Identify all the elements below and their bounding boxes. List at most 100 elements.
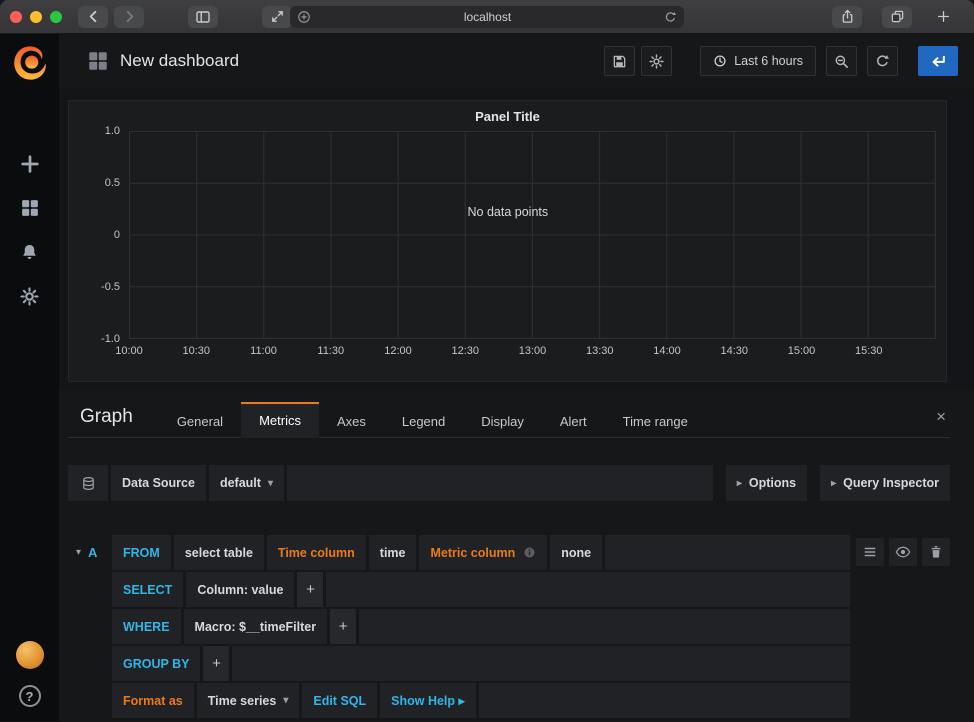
chevron-right-icon [122, 9, 137, 24]
format-select[interactable]: Time series ▾ [197, 683, 300, 718]
avatar[interactable] [16, 641, 44, 669]
back-button[interactable] [78, 6, 108, 28]
panel-header: Panel Title [79, 101, 936, 131]
table-select[interactable]: select table [174, 535, 264, 570]
where-label: WHERE [112, 609, 181, 644]
chevron-down-icon: ▾ [268, 478, 273, 489]
url-text: localhost [311, 10, 664, 24]
back-to-dashboard-button[interactable] [918, 46, 958, 76]
x-tick-label: 14:30 [720, 345, 748, 357]
new-tab-button[interactable] [928, 6, 958, 28]
zoom-out-button[interactable] [826, 46, 857, 76]
sidebar-toggle-button[interactable] [188, 6, 218, 28]
refresh-icon [875, 54, 890, 69]
x-tick-label: 10:30 [182, 345, 210, 357]
share-button[interactable] [832, 6, 862, 28]
tab-display[interactable]: Display [463, 403, 542, 438]
page-title[interactable]: New dashboard [120, 51, 239, 71]
row-filler [359, 609, 850, 644]
panel-title[interactable]: Panel Title [475, 109, 540, 124]
gear-icon [649, 54, 664, 69]
add-group-by-button[interactable]: + [203, 646, 229, 681]
query-inspector-button[interactable]: ▸ Query Inspector [820, 465, 950, 501]
x-tick-label: 12:00 [384, 345, 412, 357]
format-as-label: Format as [112, 683, 194, 718]
navbar-actions: Last 6 hours [604, 46, 958, 76]
y-tick-label: 0.5 [105, 177, 120, 189]
close-window-button[interactable] [10, 11, 22, 23]
tab-overview-button[interactable] [882, 6, 912, 28]
add-where-part-button[interactable]: + [330, 609, 356, 644]
select-column-part[interactable]: Column: value [186, 572, 294, 607]
add-select-part-button[interactable]: + [297, 572, 323, 607]
sidebar-item-configuration[interactable] [0, 274, 59, 318]
plot-area[interactable]: No data points [129, 131, 936, 339]
magnifier-icon [834, 54, 849, 69]
datasource-select[interactable]: default ▾ [209, 465, 284, 501]
x-tick-label: 11:00 [250, 345, 277, 357]
share-icon [840, 9, 855, 24]
plus-icon [937, 10, 950, 23]
refresh-button[interactable] [867, 46, 898, 76]
query-row-group-by: GROUP BY + [112, 646, 850, 681]
dashboard-navbar: New dashboard Last 6 hours [59, 34, 974, 88]
editor-tabs-bar: Graph General Metrics Axes Legend Displa… [68, 390, 950, 438]
datasource-icon-box [68, 465, 108, 501]
y-tick-label: -0.5 [101, 281, 120, 293]
time-column-label[interactable]: Time column [267, 535, 366, 570]
query-editor: ▾ A FROM select table Time column time M… [68, 535, 950, 720]
close-editor-button[interactable]: × [936, 408, 946, 425]
time-column-value[interactable]: time [369, 535, 417, 570]
where-macro-part[interactable]: Macro: $__timeFilter [184, 609, 328, 644]
metric-column-value[interactable]: none [550, 535, 602, 570]
format-value: Time series [208, 694, 277, 708]
plus-icon [21, 155, 39, 173]
grafana-sidebar: ? [0, 34, 59, 721]
circled-plus-icon [297, 10, 311, 24]
minimize-window-button[interactable] [30, 11, 42, 23]
address-bar[interactable]: localhost [290, 6, 684, 28]
x-axis-labels: 10:00 10:30 11:00 11:30 12:00 12:30 13:0… [129, 339, 936, 363]
toggle-query-visibility-button[interactable] [889, 538, 917, 566]
return-arrow-icon [929, 52, 947, 70]
query-row-format: Format as Time series ▾ Edit SQL Show He… [112, 683, 850, 718]
save-icon [612, 54, 627, 69]
tab-axes[interactable]: Axes [319, 403, 384, 438]
tab-general[interactable]: General [159, 403, 241, 438]
sidebar-item-create[interactable] [0, 142, 59, 186]
query-menu-button[interactable] [856, 538, 884, 566]
collapse-caret-icon[interactable]: ▾ [76, 547, 81, 558]
dashboard-area: Panel Title 1.0 0.5 0 -0.5 -1.0 No data … [59, 88, 974, 390]
tab-time-range[interactable]: Time range [605, 403, 706, 438]
reload-button[interactable] [664, 11, 677, 24]
dashboard-settings-button[interactable] [641, 46, 672, 76]
time-range-picker[interactable]: Last 6 hours [700, 46, 816, 76]
options-toggle-button[interactable]: ▸ Options [726, 465, 807, 501]
info-icon [523, 546, 536, 559]
delete-query-button[interactable] [922, 538, 950, 566]
y-axis-labels: 1.0 0.5 0 -0.5 -1.0 [79, 131, 129, 339]
zoom-window-button[interactable] [50, 11, 62, 23]
grafana-logo[interactable] [9, 42, 51, 84]
show-help-button[interactable]: Show Help ▸ [380, 683, 476, 718]
forward-button[interactable] [114, 6, 144, 28]
help-button[interactable]: ? [19, 685, 41, 707]
eye-icon [895, 544, 911, 560]
save-dashboard-button[interactable] [604, 46, 635, 76]
tab-alert[interactable]: Alert [542, 403, 605, 438]
tab-legend[interactable]: Legend [384, 403, 463, 438]
grafana-app: ? New dashboard Last 6 hours [0, 34, 974, 721]
chevron-right-icon: ▸ [831, 478, 836, 489]
traffic-lights [10, 11, 62, 23]
edit-sql-button[interactable]: Edit SQL [302, 683, 377, 718]
tab-metrics[interactable]: Metrics [241, 402, 319, 438]
help-glyph: ? [26, 689, 34, 704]
metric-column-label[interactable]: Metric column [419, 535, 547, 570]
datasource-row: Data Source default ▾ ▸ Options ▸ Query … [68, 465, 950, 501]
dashboard-grid-icon[interactable] [88, 51, 108, 71]
panel-editor: Graph General Metrics Axes Legend Displa… [59, 390, 974, 721]
sidebar-item-dashboards[interactable] [0, 186, 59, 230]
query-ref-letter[interactable]: A [88, 545, 97, 560]
sidebar-item-alerting[interactable] [0, 230, 59, 274]
fullscreen-button[interactable] [262, 6, 292, 28]
